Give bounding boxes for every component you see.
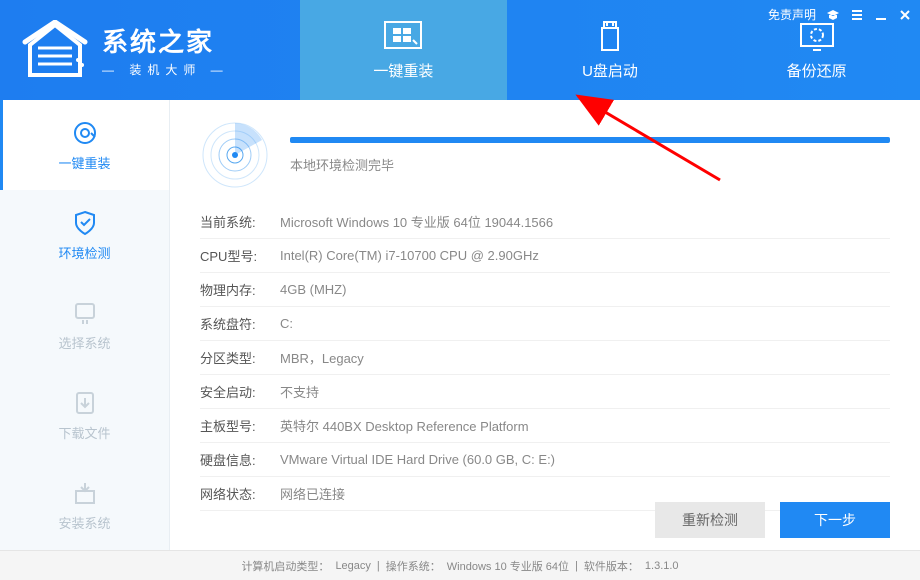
info-row-cpu: CPU型号:Intel(R) Core(TM) i7-10700 CPU @ 2… — [200, 239, 890, 273]
download-icon — [71, 389, 99, 417]
sidebar-item-label: 选择系统 — [58, 333, 110, 352]
disclaimer-link[interactable]: 免责声明 — [768, 6, 816, 23]
tab-usb-boot[interactable]: U盘启动 — [507, 0, 714, 100]
menu-icon[interactable] — [850, 8, 864, 22]
house-logo-icon — [20, 20, 90, 80]
sidebar-item-label: 环境检测 — [58, 243, 110, 262]
info-row-partition: 分区类型:MBR，Legacy — [200, 341, 890, 375]
sidebar: 一键重装 环境检测 选择系统 下载文件 安装系统 — [0, 100, 170, 550]
tab-reinstall[interactable]: 一键重装 — [300, 0, 507, 100]
info-row-drive: 系统盘符:C: — [200, 307, 890, 341]
usb-icon — [590, 20, 630, 52]
tab-label: U盘启动 — [582, 60, 638, 81]
shield-check-icon — [71, 209, 99, 237]
sidebar-item-select-os[interactable]: 选择系统 — [0, 280, 169, 370]
system-info-list: 当前系统:Microsoft Windows 10 专业版 64位 19044.… — [200, 205, 890, 511]
sidebar-item-label: 下载文件 — [58, 423, 110, 442]
header: 系统之家 — 装机大师 — 一键重装 U盘启动 备份还原 免责声明 — [0, 0, 920, 100]
target-icon — [71, 119, 99, 147]
next-button[interactable]: 下一步 — [780, 502, 890, 538]
backup-icon — [797, 20, 837, 52]
progress-bar — [290, 137, 890, 143]
sidebar-item-install[interactable]: 安装系统 — [0, 460, 169, 550]
rescan-button[interactable]: 重新检测 — [655, 502, 765, 538]
radar-scan-icon — [200, 120, 270, 190]
info-row-secureboot: 安全启动:不支持 — [200, 375, 890, 409]
info-row-os: 当前系统:Microsoft Windows 10 专业版 64位 19044.… — [200, 205, 890, 239]
status-bar: 计算机启动类型：Legacy | 操作系统：Windows 10 专业版 64位… — [0, 550, 920, 580]
sidebar-item-download[interactable]: 下载文件 — [0, 370, 169, 460]
tab-label: 备份还原 — [787, 60, 847, 81]
install-icon — [71, 479, 99, 507]
main-content: 本地环境检测完毕 当前系统:Microsoft Windows 10 专业版 6… — [170, 100, 920, 550]
graduation-icon[interactable] — [826, 8, 840, 22]
minimize-icon[interactable] — [874, 8, 888, 22]
windows-reinstall-icon — [383, 20, 423, 52]
sidebar-item-env-check[interactable]: 环境检测 — [0, 190, 169, 280]
info-row-ram: 物理内存:4GB (MHZ) — [200, 273, 890, 307]
logo-subtitle: — 装机大师 — — [102, 61, 229, 78]
info-row-disk: 硬盘信息:VMware Virtual IDE Hard Drive (60.0… — [200, 443, 890, 477]
logo-area: 系统之家 — 装机大师 — — [0, 0, 300, 100]
close-icon[interactable] — [898, 8, 912, 22]
sidebar-item-reinstall[interactable]: 一键重装 — [0, 100, 169, 190]
scan-status: 本地环境检测完毕 — [290, 155, 890, 174]
sidebar-item-label: 安装系统 — [58, 513, 110, 532]
sidebar-item-label: 一键重装 — [58, 153, 110, 172]
info-row-motherboard: 主板型号:英特尔 440BX Desktop Reference Platfor… — [200, 409, 890, 443]
window-controls: 免责声明 — [768, 6, 912, 23]
logo-title: 系统之家 — [102, 22, 229, 59]
tab-label: 一键重装 — [373, 60, 433, 81]
select-icon — [71, 299, 99, 327]
